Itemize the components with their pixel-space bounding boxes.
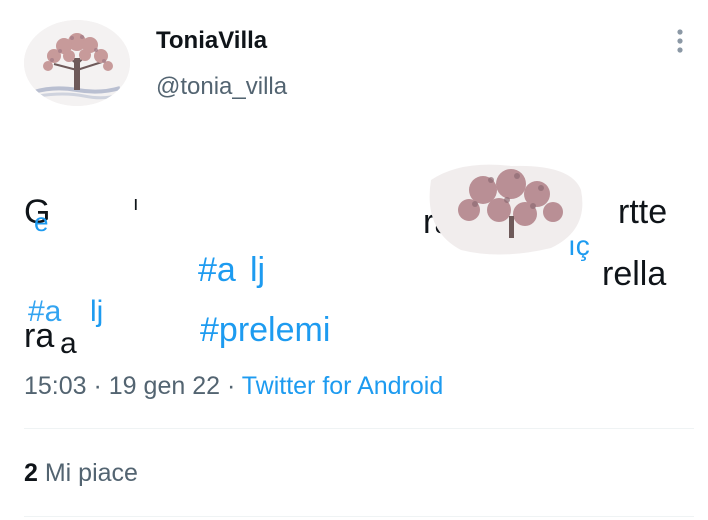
likes-count: 2 xyxy=(24,459,38,487)
tweet-fragment: e xyxy=(34,207,49,237)
tweet-fragment: a xyxy=(60,327,77,360)
tweet-date[interactable]: 19 gen 22 xyxy=(109,372,220,400)
tweet-fragment: #a xyxy=(198,251,236,289)
meta-separator: · xyxy=(86,372,109,400)
tweet-fragment: lj xyxy=(250,251,266,289)
tweet-fragment: lj xyxy=(90,295,104,328)
more-options-icon[interactable] xyxy=(667,26,693,56)
hashtag-link[interactable]: #prelemi xyxy=(200,308,330,352)
divider xyxy=(24,516,694,517)
user-handle[interactable]: @tonia_villa xyxy=(156,72,287,102)
tweet-meta: 15:03 · 19 gen 22 · Twitter for Android xyxy=(24,370,443,402)
tweet-fragment: #a xyxy=(28,295,62,328)
avatar[interactable] xyxy=(24,20,130,106)
tweet-fragment: rella xyxy=(602,255,667,293)
meta-separator: · xyxy=(220,372,242,400)
tweet-source-link[interactable]: Twitter for Android xyxy=(242,372,443,400)
tweet-text: G e ı rtte rella ra rau ıç #a lj a #a lj xyxy=(24,192,694,362)
likes-label: Mi piace xyxy=(44,459,138,487)
divider xyxy=(24,428,694,429)
tree-of-life-icon xyxy=(24,20,130,106)
likes-count-link[interactable]: 2 Mi piace xyxy=(24,457,138,489)
tweet-fragment: ı xyxy=(133,193,139,215)
tweet-fragment: rtte xyxy=(618,193,668,231)
tweet-time[interactable]: 15:03 xyxy=(24,372,87,400)
display-name[interactable]: ToniaVilla xyxy=(156,26,267,56)
embedded-tree-image xyxy=(421,160,586,260)
tweet-card: ToniaVilla @tonia_villa G e ı rtte rella… xyxy=(0,0,708,520)
